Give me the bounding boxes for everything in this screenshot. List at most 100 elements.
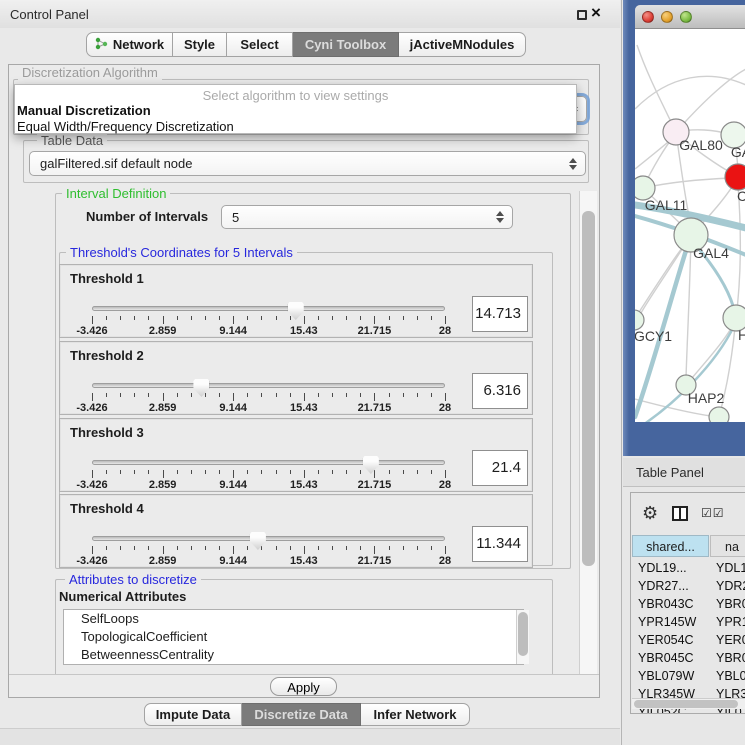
slider-tick: [205, 546, 206, 550]
slider-thumb[interactable]: [250, 532, 266, 550]
slider-track[interactable]: [92, 460, 445, 465]
slider-tick: [445, 546, 446, 554]
slider-scale-label: 21.715: [358, 479, 392, 491]
network-window[interactable]: GAL80GACGAL11GAL4GCY1HHAP2: [623, 0, 745, 456]
dropdown-item-manual-discretization[interactable]: Manual Discretization: [17, 103, 151, 118]
slider-thumb[interactable]: [363, 456, 379, 474]
threshold-value-field[interactable]: 21.4: [472, 450, 528, 486]
slider-tick: [233, 316, 234, 324]
table-cell-name: YBL0: [716, 667, 745, 685]
slider-track[interactable]: [92, 383, 445, 388]
network-node[interactable]: [709, 407, 729, 422]
tab-cyni-toolbox[interactable]: Cyni Toolbox: [293, 32, 399, 57]
slider-tick: [134, 393, 135, 397]
tab-impute-data[interactable]: Impute Data: [144, 703, 242, 726]
attribute-item[interactable]: BetweennessCentrality: [64, 646, 523, 664]
table-row[interactable]: YBR045CYBR0: [631, 649, 745, 667]
table-row[interactable]: YPR145WYPR1: [631, 613, 745, 631]
slider-tick: [148, 316, 149, 320]
network-node-gcy1[interactable]: [635, 310, 644, 330]
table-cell-shared-name: YDR27...: [638, 577, 689, 595]
slider-scale-label: -3.426: [76, 479, 107, 491]
network-canvas[interactable]: GAL80GACGAL11GAL4GCY1HHAP2: [635, 29, 745, 422]
table-panel-titlebar: Table Panel: [623, 458, 745, 487]
slider-tick: [191, 546, 192, 550]
slider-tick: [276, 393, 277, 397]
zoom-traffic-light-icon[interactable]: [680, 11, 692, 23]
slider-tick: [219, 470, 220, 474]
gear-icon[interactable]: ⚙: [642, 503, 658, 524]
slider-tick: [134, 546, 135, 550]
columns-icon[interactable]: [672, 506, 688, 521]
column-header-shared-name[interactable]: shared...: [632, 535, 709, 557]
close-traffic-light-icon[interactable]: [642, 11, 654, 23]
attribute-item[interactable]: SelfLoops: [64, 610, 523, 628]
dropdown-item-equal-width-frequency[interactable]: Equal Width/Frequency Discretization: [17, 119, 234, 134]
minimize-traffic-light-icon[interactable]: [661, 11, 673, 23]
attributes-list-scrollbar[interactable]: [516, 610, 529, 664]
table-row[interactable]: YDL19...YDL1: [631, 559, 745, 577]
tab-select[interactable]: Select: [227, 32, 293, 57]
table-data-combo[interactable]: galFiltered.sif default node: [29, 151, 586, 176]
attribute-item[interactable]: TopologicalCoefficient: [64, 628, 523, 646]
slider-tick: [332, 316, 333, 320]
float-window-icon[interactable]: [577, 10, 587, 20]
slider-tick: [233, 470, 234, 478]
slider-scale-label: 21.715: [358, 325, 392, 337]
tab-jactivemnodules[interactable]: jActiveMNodules: [399, 32, 526, 57]
table-row[interactable]: YDR27...YDR2: [631, 577, 745, 595]
tab-network[interactable]: Network: [86, 32, 173, 57]
slider-tick: [106, 316, 107, 320]
column-header-name[interactable]: na: [710, 535, 745, 557]
network-node-label: GA: [731, 144, 745, 160]
slider-tick: [219, 316, 220, 320]
slider-tick: [403, 316, 404, 320]
table-row[interactable]: YBR043CYBR0: [631, 595, 745, 613]
network-node-label: GAL4: [693, 245, 729, 261]
slider-tick: [332, 546, 333, 550]
slider-tick: [219, 546, 220, 550]
attributes-group-title: Attributes to discretize: [65, 572, 201, 587]
tab-discretize-data[interactable]: Discretize Data: [242, 703, 361, 726]
slider-tick: [120, 470, 121, 474]
slider-tick: [247, 316, 248, 320]
slider-tick: [389, 316, 390, 320]
slider-tick: [247, 393, 248, 397]
slider-tick: [360, 470, 361, 474]
threshold-value-field[interactable]: 11.344: [472, 526, 528, 562]
slider-track[interactable]: [92, 306, 445, 311]
slider-tick: [403, 470, 404, 474]
slider-tick: [219, 393, 220, 397]
network-edge: [686, 325, 733, 385]
network-node-c[interactable]: [725, 164, 745, 190]
network-window-titlebar[interactable]: [635, 5, 745, 29]
numerical-attributes-list[interactable]: SelfLoopsTopologicalCoefficientBetweenne…: [63, 609, 524, 665]
tab-label: Infer Network: [373, 707, 456, 722]
threshold-panel: Threshold 1-3.4262.8599.14415.4321.71528…: [59, 264, 533, 338]
slider-tick: [247, 546, 248, 550]
select-columns-checkboxes-icon[interactable]: ☑☑: [701, 506, 725, 520]
slider-scale-label: 9.144: [219, 555, 247, 567]
table-horizontal-scrollbar[interactable]: [632, 698, 745, 709]
slider-tick: [276, 470, 277, 474]
threshold-value-field[interactable]: 6.316: [472, 373, 528, 409]
slider-tick: [304, 316, 305, 324]
table-row[interactable]: YER054CYER0: [631, 631, 745, 649]
slider-tick: [304, 393, 305, 401]
num-intervals-combo[interactable]: 5: [221, 205, 513, 229]
slider-tick: [332, 470, 333, 474]
control-panel-titlebar: Control Panel ×: [0, 0, 620, 28]
threshold-value-field[interactable]: 14.713: [472, 296, 528, 332]
apply-button[interactable]: Apply: [270, 677, 337, 696]
slider-scale-label: 28: [439, 402, 451, 414]
slider-track[interactable]: [92, 536, 445, 541]
panel-scrollbar[interactable]: [579, 191, 597, 693]
tab-style[interactable]: Style: [173, 32, 227, 57]
slider-thumb[interactable]: [193, 379, 209, 397]
tab-infer-network[interactable]: Infer Network: [361, 703, 470, 726]
close-icon[interactable]: ×: [591, 3, 601, 23]
slider-scale-label: 28: [439, 479, 451, 491]
table-row[interactable]: YBL079WYBL0: [631, 667, 745, 685]
table-cell-name: YBR0: [716, 649, 745, 667]
slider-scale-label: 28: [439, 325, 451, 337]
